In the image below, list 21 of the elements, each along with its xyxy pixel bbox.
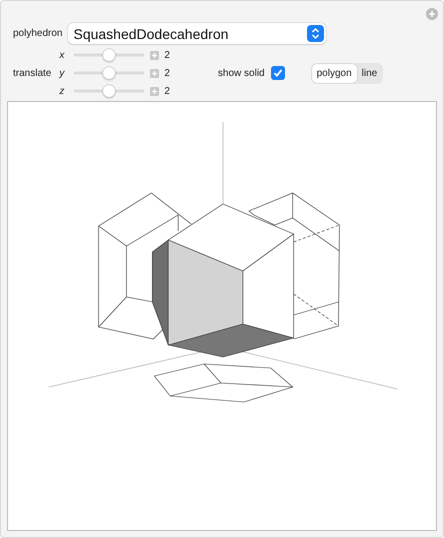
plus-icon[interactable]: [150, 68, 160, 78]
plus-icon[interactable]: [150, 86, 160, 96]
axis-label: z: [59, 86, 66, 96]
slider-value: 2: [164, 68, 170, 78]
chevron-icon: [307, 25, 324, 42]
polyhedron-label: polyhedron: [13, 28, 62, 39]
slider-value: 2: [164, 86, 170, 96]
plus-icon[interactable]: [150, 50, 160, 60]
slider-value: 2: [164, 50, 170, 60]
slider-thumb[interactable]: [103, 49, 116, 61]
slider-thumb[interactable]: [103, 85, 116, 97]
show-solid-checkbox[interactable]: [270, 66, 285, 80]
add-icon[interactable]: [426, 8, 438, 20]
axis-label: y: [59, 68, 66, 78]
translate-label: translate: [13, 68, 52, 78]
polyhedron-dropdown[interactable]: SquashedDodecahedron: [68, 23, 326, 44]
slider-thumb[interactable]: [103, 67, 116, 79]
segment-option[interactable]: polygon: [312, 64, 357, 82]
segment-option[interactable]: line: [356, 64, 382, 82]
axis-label: x: [59, 50, 66, 60]
show-solid-label: show solid: [218, 68, 265, 78]
